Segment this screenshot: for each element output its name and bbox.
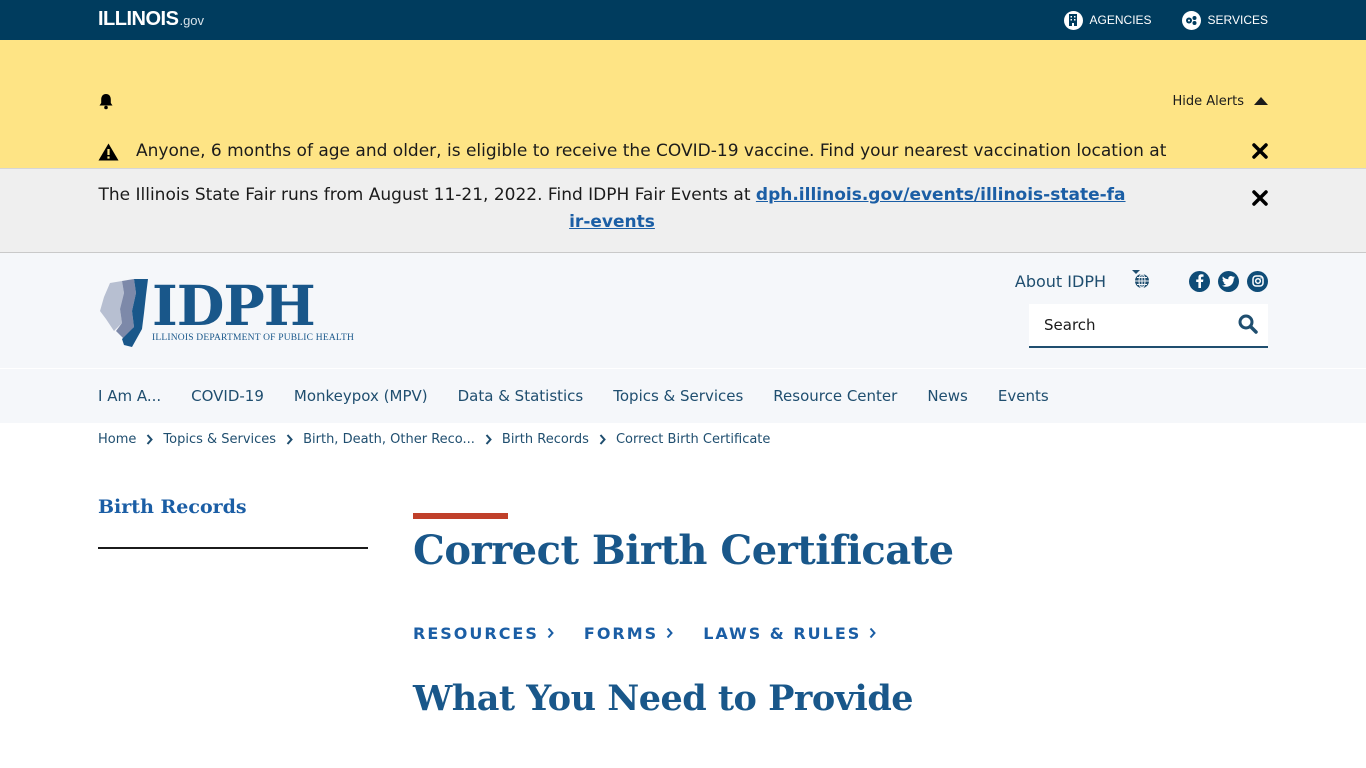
chevron-right-icon [599,434,606,445]
warning-icon [98,143,119,165]
facebook-icon[interactable] [1189,270,1210,292]
nav-item-i-am-a[interactable]: I Am A... [98,387,161,405]
instagram-icon[interactable] [1247,270,1268,292]
state-links: AGENCIES SERVICES [1063,0,1268,40]
covid-alert: Hide Alerts Anyone, 6 months of age and … [0,40,1366,188]
main-nav: I Am A... COVID-19 Monkeypox (MPV) Data … [0,368,1366,423]
quick-links: RESOURCES FORMS LAWS & RULES [413,624,877,643]
page-title: Correct Birth Certificate [413,527,954,574]
logo-subtitle: Illinois Department of Public Health [152,333,355,343]
utility-links: About IDPH [1015,269,1268,293]
resources-link[interactable]: RESOURCES [413,624,554,643]
twitter-icon[interactable] [1218,270,1239,292]
hide-alerts-button[interactable]: Hide Alerts [1172,94,1268,109]
sidebar-title-birth-records[interactable]: Birth Records [98,496,247,518]
building-icon [1063,10,1083,30]
services-link[interactable]: SERVICES [1181,10,1268,30]
logo-wordmark: IDPH Illinois Department of Public Healt… [152,273,355,343]
laws-rules-label: LAWS & RULES [703,624,862,643]
sidebar-divider [98,547,368,549]
services-icon [1181,10,1201,30]
bell-icon [98,93,114,114]
caret-up-icon [1254,94,1268,109]
search-icon[interactable] [1238,314,1258,338]
illinois-logo-text: ILLINOIS [98,8,179,30]
gov-suffix: .gov [179,13,205,28]
state-bar: ILLINOIS .gov AGENCIES SERVICES [0,0,1366,40]
agencies-label: AGENCIES [1089,13,1152,27]
illinois-gov-logo[interactable]: ILLINOIS .gov [98,8,204,31]
agencies-link[interactable]: AGENCIES [1063,10,1152,30]
nav-item-monkeypox[interactable]: Monkeypox (MPV) [294,387,428,405]
chevron-right-icon [666,624,674,643]
chevron-right-icon [869,624,877,643]
about-idph-link[interactable]: About IDPH [1015,272,1106,291]
close-covid-alert-icon[interactable] [1252,143,1268,163]
nav-item-resource-center[interactable]: Resource Center [773,387,897,405]
site-header: IDPH Illinois Department of Public Healt… [0,253,1366,368]
breadcrumb-current: Correct Birth Certificate [615,432,771,447]
section-title-what-you-need: What You Need to Provide [413,678,914,719]
search-input[interactable] [1029,316,1229,334]
chevron-right-icon [485,434,492,445]
nav-item-topics-services[interactable]: Topics & Services [613,387,743,405]
nav-item-data-statistics[interactable]: Data & Statistics [458,387,584,405]
state-fair-alert-message: The Illinois State Fair runs from August… [98,182,1126,236]
hide-alerts-label: Hide Alerts [1172,94,1245,109]
translate-globe-icon[interactable] [1131,269,1151,293]
resources-label: RESOURCES [413,624,539,643]
illinois-map-icon [98,279,150,353]
logo-title: IDPH [152,273,316,338]
breadcrumb-home[interactable]: Home [98,432,136,447]
breadcrumb-birth-death-records[interactable]: Birth, Death, Other Reco... [303,432,475,447]
breadcrumb: Home Topics & Services Birth, Death, Oth… [98,432,770,447]
title-accent-bar [413,513,508,519]
laws-rules-link[interactable]: LAWS & RULES [703,624,877,643]
nav-item-covid-19[interactable]: COVID-19 [191,387,264,405]
state-fair-alert-text: The Illinois State Fair runs from August… [98,185,756,205]
chevron-right-icon [286,434,293,445]
state-fair-alert: The Illinois State Fair runs from August… [0,168,1366,253]
breadcrumb-topics-services[interactable]: Topics & Services [163,432,276,447]
idph-logo[interactable]: IDPH Illinois Department of Public Healt… [98,273,355,353]
search-form [1029,304,1268,348]
services-label: SERVICES [1207,13,1268,27]
breadcrumb-birth-records[interactable]: Birth Records [502,432,589,447]
nav-item-events[interactable]: Events [998,387,1049,405]
forms-label: FORMS [583,624,659,643]
chevron-right-icon [547,624,554,643]
covid-alert-text: Anyone, 6 months of age and older, is el… [136,141,1167,161]
forms-link[interactable]: FORMS [583,624,674,643]
nav-item-news[interactable]: News [927,387,968,405]
close-fair-alert-icon[interactable] [1252,190,1268,210]
chevron-right-icon [146,434,154,445]
social-links [1189,270,1268,292]
